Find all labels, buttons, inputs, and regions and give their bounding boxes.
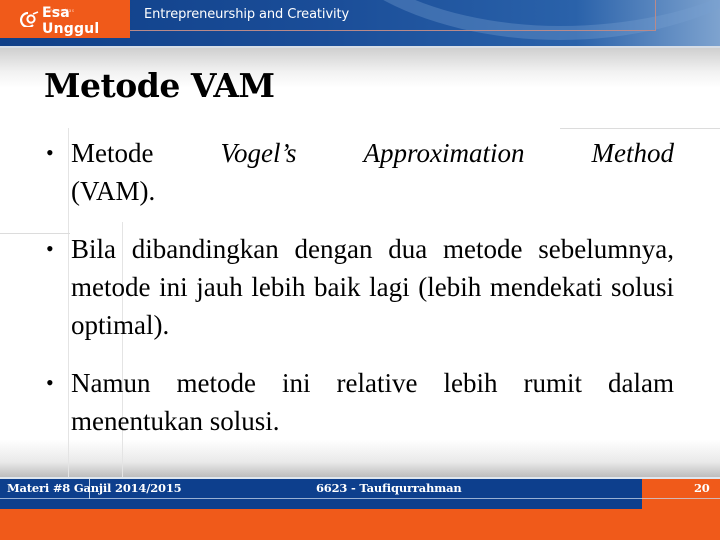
bullet-item: • Metode Vogel’s Approximation Method (V… <box>40 134 674 210</box>
footer-author-label: 6623 - Taufiqurrahman <box>316 481 462 495</box>
page-number: 20 <box>694 481 710 495</box>
footer-course-label: Materi #8 Ganjil 2014/2015 <box>7 481 182 495</box>
bullet-icon: • <box>46 236 54 261</box>
slide-title: Metode VAM <box>44 66 275 105</box>
bullet-text: Bila dibandingkan dengan dua metode sebe… <box>71 234 674 340</box>
bottom-shade <box>0 440 720 477</box>
header-tagline: Entrepreneurship and Creativity <box>144 7 350 22</box>
bullet-text-italic: Method <box>591 138 674 168</box>
bullet-text: Namun metode ini relative lebih rumit da… <box>71 368 674 436</box>
bullet-icon: • <box>46 370 54 395</box>
bullet-item: • Bila dibandingkan dengan dua metode se… <box>40 230 674 344</box>
header-banner: universitas Esa Unggul Entrepreneurship … <box>0 0 720 46</box>
bullet-list: • Metode Vogel’s Approximation Method (V… <box>40 134 674 440</box>
university-logo-icon <box>20 11 40 27</box>
bullet-icon: • <box>46 140 54 165</box>
guide-line-horizontal-right <box>560 128 720 129</box>
footer-rule <box>0 498 720 499</box>
bullet-text: Metode <box>71 138 154 168</box>
bullet-text: (VAM). <box>71 176 156 206</box>
university-logo: universitas Esa Unggul <box>0 0 130 38</box>
footer-orange-band <box>0 509 720 540</box>
logo-text: Esa Unggul <box>42 5 100 37</box>
bullet-text-italic: Approximation <box>363 138 525 168</box>
bullet-item: • Namun metode ini relative lebih rumit … <box>40 364 674 440</box>
bullet-text-italic: Vogel’s <box>220 138 297 168</box>
